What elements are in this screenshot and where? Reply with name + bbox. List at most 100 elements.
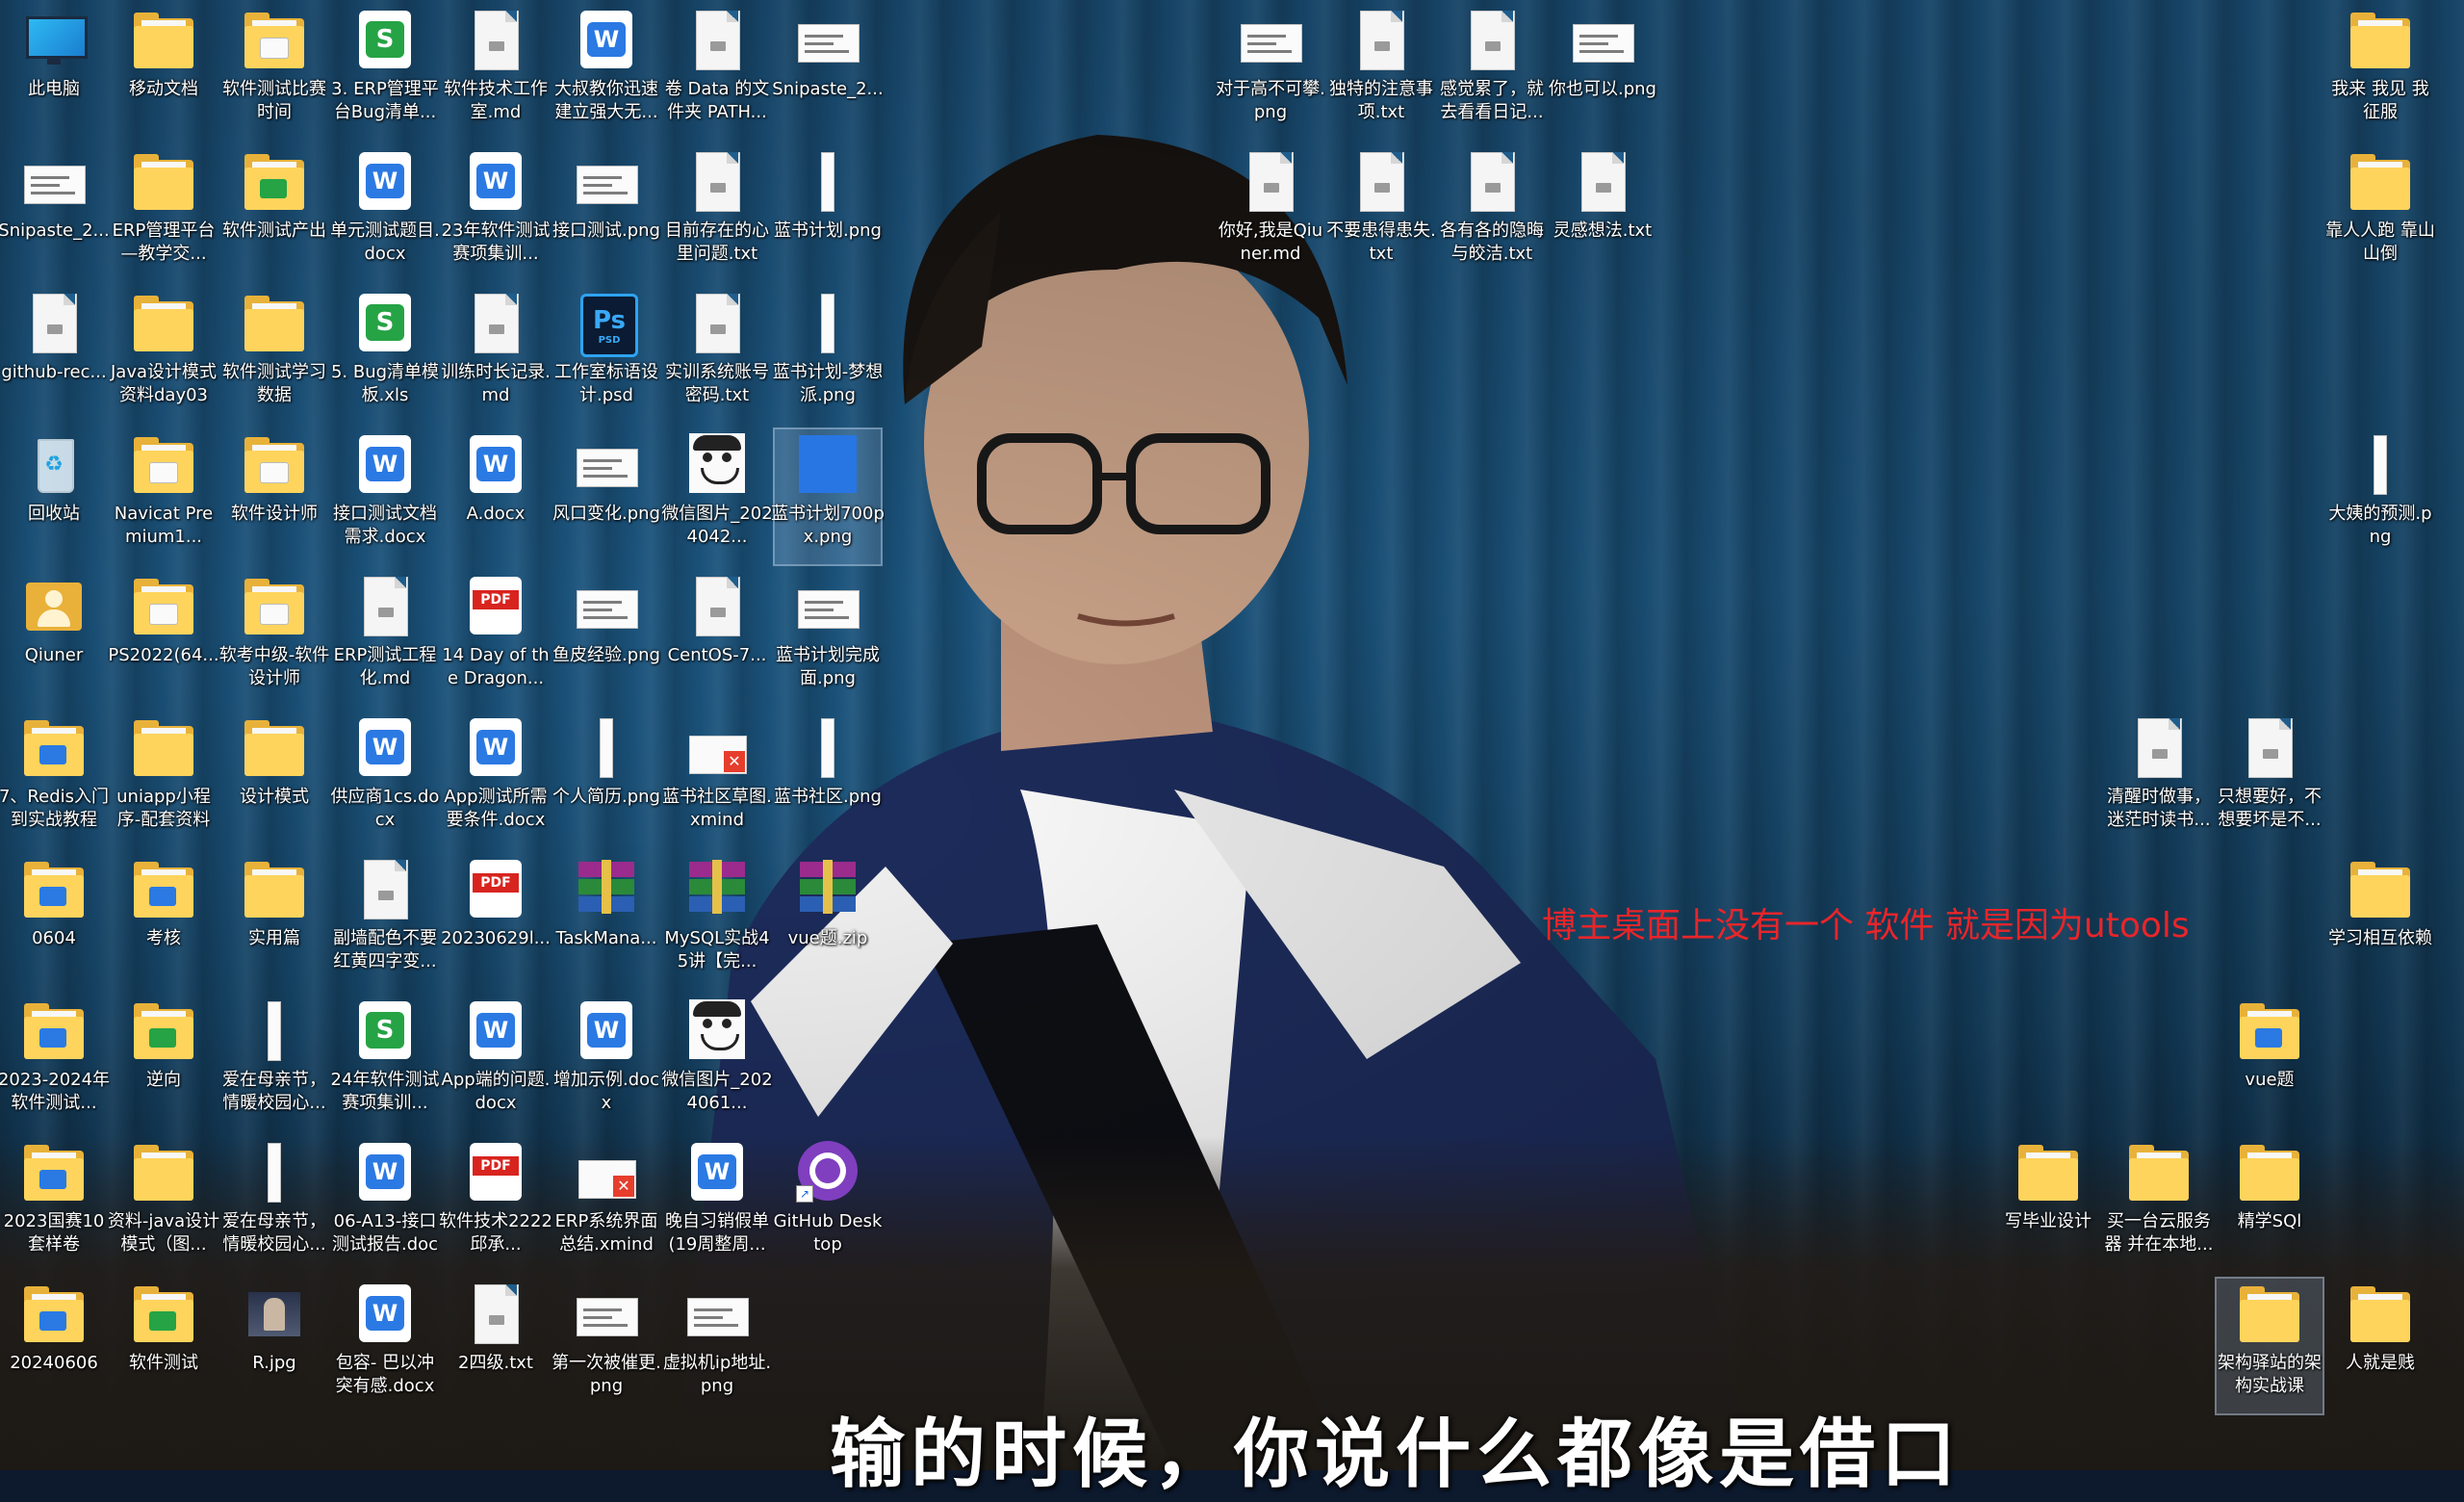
desktop-icon-doc[interactable]: 不要患得患失.txt: [1326, 146, 1436, 281]
desktop-icon-zip[interactable]: MySQL实战45讲【完...: [664, 854, 770, 989]
desktop-icon-word[interactable]: W 接口测试文档需求.docx: [332, 429, 438, 564]
desktop-icon-folder[interactable]: 实用篇: [221, 854, 327, 989]
desktop-icon-img-wide[interactable]: 虚拟机ip地址.png: [663, 1279, 771, 1413]
word-icon: W: [353, 1282, 417, 1346]
desktop-icon-doc[interactable]: 感觉累了，就去看看日记...: [1439, 5, 1545, 140]
desktop-icon-folder-green[interactable]: 软件测试产出: [221, 146, 327, 281]
desktop-icon-folder-doc[interactable]: 软考中级-软件设计师: [219, 571, 329, 706]
desktop-icon-folder[interactable]: 靠人人跑 靠山山倒: [2325, 146, 2435, 281]
desktop-icon-doc[interactable]: 实训系统账号密码.txt: [664, 288, 770, 423]
desktop-icon-xmind[interactable]: ✕ 蓝书社区草图.xmind: [662, 712, 772, 847]
desktop-icon-folder[interactable]: 精学SQl: [2217, 1137, 2323, 1272]
desktop-icon-word[interactable]: W App测试所需要条件.docx: [443, 712, 549, 847]
desktop-icon-doc[interactable]: ERP测试工程化.md: [332, 571, 438, 706]
desktop-icon-folder-blue[interactable]: 2023国赛10套样卷: [1, 1137, 107, 1272]
desktop-icon-doc[interactable]: CentOS-7...: [664, 571, 770, 706]
desktop-icon-doc[interactable]: 2四级.txt: [443, 1279, 549, 1413]
desktop-icon-folder[interactable]: Java设计模式资料day03: [111, 288, 217, 423]
desktop-icon-folder-blue[interactable]: 2023-2024年软件测试...: [0, 996, 110, 1130]
desktop-icon-folder[interactable]: 人就是贱: [2327, 1279, 2433, 1413]
desktop-icon-word[interactable]: W 23年软件测试赛项集训...: [442, 146, 550, 281]
desktop-icon-word[interactable]: W A.docx: [443, 429, 549, 564]
desktop-icon-doc[interactable]: github-rec...: [1, 288, 107, 423]
desktop-icon-excel[interactable]: S 24年软件测试赛项集训...: [331, 996, 439, 1130]
desktop-icon-folder[interactable]: 软件测试学习数据: [221, 288, 327, 423]
desktop-icon-word[interactable]: W 大叔教你迅速建立强大无...: [553, 5, 659, 140]
desktop-icon-img-tall[interactable]: 蓝书社区.png: [774, 712, 882, 847]
desktop-icon-pdf[interactable]: PDF 14 Day of the Dragon...: [442, 571, 550, 706]
desktop-icon-doc[interactable]: 各有各的隐晦与皎洁.txt: [1439, 146, 1545, 281]
desktop-icon-pc[interactable]: 此电脑: [1, 5, 107, 140]
desktop-icon-img-wide[interactable]: 鱼皮经验.png: [552, 571, 660, 706]
desktop-icon-folder[interactable]: uniapp小程序-配套资料: [111, 712, 217, 847]
desktop-icon-excel[interactable]: S 5. Bug清单模板.xls: [331, 288, 439, 423]
desktop-icon-user[interactable]: Qiuner: [1, 571, 107, 706]
desktop-icon-folder-green[interactable]: 逆向: [111, 996, 217, 1130]
desktop-icon-word[interactable]: W 包容- 巴以冲突有感.docx: [332, 1279, 438, 1413]
desktop-icon-zip[interactable]: vue题.zip: [775, 854, 881, 989]
desktop-icon-img-tall[interactable]: 爱在母亲节，情暖校园心...: [221, 996, 327, 1130]
desktop-icon-img-wide[interactable]: Snipaste_2...: [0, 146, 110, 281]
desktop-icon-img-tall[interactable]: 爱在母亲节，情暖校园心...: [221, 1137, 327, 1272]
desktop-icon-folder-blue[interactable]: 7、Redis入门到实战教程: [0, 712, 109, 847]
desktop-icon-img-wide[interactable]: Snipaste_2...: [772, 5, 884, 140]
desktop-icon-img-wide[interactable]: 对于高不可攀.png: [1216, 5, 1325, 140]
desktop-icon-img-tall[interactable]: 蓝书计划-梦想派.png: [773, 288, 883, 423]
desktop-icon-rjpg[interactable]: R.jpg: [221, 1279, 327, 1413]
desktop-icon-face[interactable]: 微信图片_2024061...: [661, 996, 773, 1130]
desktop-icon-img-blue[interactable]: 蓝书计划700px.png: [771, 427, 885, 566]
desktop-icon-img-wide[interactable]: 你也可以.png: [1549, 5, 1656, 140]
desktop-icon-folder[interactable]: 学习相互依赖: [2327, 854, 2433, 989]
desktop-icon-img-wide[interactable]: 第一次被催更.png: [552, 1279, 661, 1413]
desktop-icon-img-tall[interactable]: 大姨的预测.png: [2327, 429, 2433, 564]
desktop-icon-folder[interactable]: 我来 我见 我征服: [2327, 5, 2433, 140]
desktop-icon-doc[interactable]: 清醒时做事，迷茫时读书...: [2106, 712, 2212, 847]
desktop-icon-img-wide[interactable]: 蓝书计划完成面.png: [775, 571, 881, 706]
desktop-icon-doc[interactable]: 目前存在的心里问题.txt: [664, 146, 770, 281]
desktop-icon-folder[interactable]: 设计模式: [221, 712, 327, 847]
desktop-icon-folder-doc[interactable]: 软件设计师: [221, 429, 327, 564]
desktop-icon-folder-doc[interactable]: Navicat Premium1...: [111, 429, 217, 564]
desktop-icon-folder[interactable]: 架构驿站的架构实战课: [2215, 1277, 2324, 1415]
desktop-icon-folder[interactable]: 资料-java设计模式（图...: [108, 1137, 219, 1272]
desktop-icon-recycle[interactable]: ♻ 回收站: [1, 429, 107, 564]
desktop-icon-word[interactable]: W 06-A13-接口测试报告.doc: [332, 1137, 438, 1272]
desktop-icon-word[interactable]: W 增加示例.docx: [553, 996, 659, 1130]
desktop-icon-github[interactable]: ↗ GitHub Desktop: [774, 1137, 882, 1272]
desktop-icon-folder[interactable]: ERP管理平台—教学交...: [111, 146, 217, 281]
desktop-icon-excel[interactable]: S 3. ERP管理平台Bug清单...: [331, 5, 439, 140]
desktop-icon-folder-blue[interactable]: 0604: [1, 854, 107, 989]
desktop-icon-folder-doc[interactable]: 软件测试比赛时间: [221, 5, 327, 140]
desktop-icon-img-tall[interactable]: 个人简历.png: [552, 712, 660, 847]
desktop-icon-word[interactable]: W 晚自习销假单(19周整周...: [664, 1137, 770, 1272]
desktop-icon-folder-green[interactable]: 软件测试: [111, 1279, 217, 1413]
desktop-icon-face[interactable]: 微信图片_2024042...: [661, 429, 773, 564]
desktop-icon-pdf[interactable]: PDF 软件技术2222 邱承...: [439, 1137, 552, 1272]
desktop-icon-word[interactable]: W 供应商1cs.docx: [331, 712, 439, 847]
desktop-icon-pdf[interactable]: PDF 20230629l...: [441, 854, 551, 989]
desktop-icon-doc[interactable]: 独特的注意事项.txt: [1328, 5, 1434, 140]
desktop-icon-doc[interactable]: 副墙配色不要红黄四字变...: [332, 854, 438, 989]
desktop-icon-xmind[interactable]: ✕ ERP系统界面总结.xmind: [553, 1137, 659, 1272]
desktop-icon-folder-blue[interactable]: 20240606: [1, 1279, 107, 1413]
desktop-icon-folder[interactable]: 写毕业设计: [1995, 1137, 2101, 1272]
desktop-icon-doc[interactable]: 灵感想法.txt: [1550, 146, 1656, 281]
desktop-icon-label: PS2022(64...: [108, 645, 219, 665]
desktop-icon-ps[interactable]: Ps PSD 工作室标语设计.psd: [553, 288, 659, 423]
desktop-icon-folder[interactable]: 移动文档: [111, 5, 217, 140]
desktop-icon-folder-blue[interactable]: 考核: [111, 854, 217, 989]
desktop-icon-img-wide[interactable]: 风口变化.png: [552, 429, 660, 564]
desktop-icon-word[interactable]: W 单元测试题目.docx: [330, 146, 440, 281]
desktop-icon-doc[interactable]: 你好,我是Qiuner.md: [1218, 146, 1323, 281]
desktop-icon-doc[interactable]: 软件技术工作室.md: [443, 5, 549, 140]
desktop-icon-doc[interactable]: 训练时长记录.md: [441, 288, 551, 423]
desktop-icon-zip[interactable]: TaskMana...: [553, 854, 659, 989]
desktop-icon-folder[interactable]: 买一台云服务器 并在本地...: [2105, 1137, 2213, 1272]
desktop-icon-word[interactable]: W App端的问题.docx: [442, 996, 550, 1130]
desktop-icon-doc[interactable]: 卷 Data 的文件夹 PATH...: [664, 5, 770, 140]
desktop-icon-doc[interactable]: 只想要好，不想要坏是不...: [2217, 712, 2323, 847]
desktop-icon-img-tall[interactable]: 蓝书计划.png: [774, 146, 882, 281]
desktop-icon-folder-blue[interactable]: vue题: [2217, 996, 2323, 1130]
desktop-icon-folder-doc[interactable]: PS2022(64...: [108, 571, 219, 706]
desktop-icon-img-wide[interactable]: 接口测试.png: [552, 146, 660, 281]
